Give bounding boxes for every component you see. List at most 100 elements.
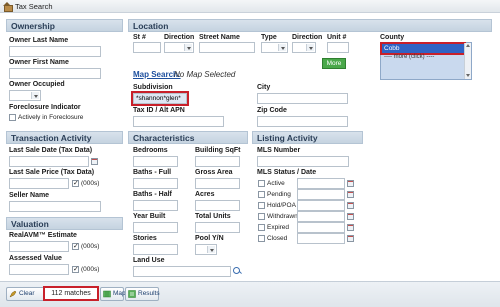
window-title: Tax Search: [15, 1, 53, 11]
status-pending-date[interactable]: [297, 189, 345, 200]
land-use-label: Land Use: [133, 257, 165, 264]
status-withdrawn-date[interactable]: [297, 211, 345, 222]
land-use-input[interactable]: [133, 266, 231, 277]
total-units-input[interactable]: [195, 222, 240, 233]
zip-code-input[interactable]: [257, 116, 348, 127]
status-closed-checkbox[interactable]: [258, 235, 265, 242]
pool-select[interactable]: [195, 244, 217, 255]
direction-select[interactable]: [164, 42, 194, 53]
seller-name-input[interactable]: [9, 201, 101, 212]
status-pending-label: Pending: [267, 191, 291, 198]
calendar-icon[interactable]: [347, 202, 354, 209]
acres-label: Acres: [195, 191, 215, 198]
gross-area-label: Gross Area: [195, 169, 233, 176]
owner-occupied-select[interactable]: [9, 90, 41, 101]
stories-label: Stories: [133, 235, 157, 242]
assessed-thousands-checkbox[interactable]: [72, 265, 79, 273]
listing-header: Listing Activity: [252, 131, 363, 144]
tax-id-input[interactable]: [133, 116, 224, 127]
owner-first-name-label: Owner First Name: [9, 59, 69, 66]
status-expired-date[interactable]: [297, 222, 345, 233]
clear-button[interactable]: Clear: [6, 287, 46, 301]
status-hold-date[interactable]: [297, 200, 345, 211]
status-withdrawn-checkbox[interactable]: [258, 213, 265, 220]
clear-button-label: Clear: [19, 290, 35, 297]
building-sqft-input[interactable]: [195, 156, 240, 167]
chevron-down-icon: [210, 249, 214, 252]
calendar-icon[interactable]: [347, 224, 354, 231]
county-listbox[interactable]: Cobb ---- more (click) ----: [380, 42, 472, 80]
gross-area-input[interactable]: [195, 178, 240, 189]
county-scrollbar[interactable]: [464, 43, 471, 79]
subdivision-input[interactable]: [131, 91, 189, 106]
status-pending-checkbox[interactable]: [258, 191, 265, 198]
status-active-date[interactable]: [297, 178, 345, 189]
calendar-icon[interactable]: [347, 213, 354, 220]
county-option-selected[interactable]: Cobb: [380, 42, 466, 55]
location-header: Location: [128, 19, 492, 32]
year-built-input[interactable]: [133, 222, 178, 233]
owner-first-name-input[interactable]: [9, 68, 101, 79]
house-icon: [3, 1, 13, 12]
street-name-input[interactable]: [199, 42, 255, 53]
county-label: County: [380, 34, 405, 41]
zip-code-label: Zip Code: [257, 107, 287, 114]
street-name-label: Street Name: [199, 34, 240, 41]
chevron-down-icon: [187, 47, 191, 50]
mls-number-input[interactable]: [257, 156, 349, 167]
actively-in-foreclosure-checkbox[interactable]: [9, 114, 16, 121]
foreclosure-label: Foreclosure Indicator: [9, 104, 81, 111]
valuation-header: Valuation: [6, 217, 123, 230]
sale-price-unit-label: (000s): [81, 180, 100, 187]
bottom-toolbar: Clear 112 matches Map Results: [0, 281, 500, 307]
baths-half-input[interactable]: [133, 200, 178, 211]
status-closed-date[interactable]: [297, 233, 345, 244]
calendar-icon[interactable]: [347, 180, 354, 187]
calendar-icon[interactable]: [347, 191, 354, 198]
calendar-icon[interactable]: [91, 158, 98, 165]
baths-full-input[interactable]: [133, 178, 178, 189]
owner-last-name-input[interactable]: [9, 46, 101, 57]
year-built-label: Year Built: [133, 213, 166, 220]
results-icon: [128, 290, 136, 298]
realavm-thousands-checkbox[interactable]: [72, 242, 79, 250]
realavm-label: RealAVM™ Estimate: [9, 232, 77, 239]
realavm-input[interactable]: [9, 241, 69, 252]
broom-icon: [9, 290, 17, 298]
street-type-select[interactable]: [261, 42, 288, 53]
status-active-checkbox[interactable]: [258, 180, 265, 187]
more-button[interactable]: More: [322, 58, 346, 69]
total-units-label: Total Units: [195, 213, 231, 220]
window-titlebar: Tax Search: [0, 0, 500, 13]
results-button-label: Results: [138, 290, 160, 297]
stories-input[interactable]: [133, 244, 178, 255]
acres-input[interactable]: [195, 200, 240, 211]
street-number-label: St #: [133, 34, 146, 41]
status-hold-checkbox[interactable]: [258, 202, 265, 209]
characteristics-header: Characteristics: [128, 131, 248, 144]
unit-input[interactable]: [327, 42, 349, 53]
scroll-up-icon[interactable]: [466, 44, 470, 47]
calendar-icon[interactable]: [347, 235, 354, 242]
unit-label: Unit #: [327, 34, 347, 41]
county-option-more[interactable]: ---- more (click) ----: [384, 54, 434, 60]
status-expired-checkbox[interactable]: [258, 224, 265, 231]
direction2-label: Direction: [292, 34, 323, 41]
map-button[interactable]: Map: [100, 287, 126, 301]
actively-in-foreclosure-label: Actively in Foreclosure: [18, 114, 84, 121]
city-input[interactable]: [257, 93, 348, 104]
bedrooms-input[interactable]: [133, 156, 178, 167]
direction-label: Direction: [164, 34, 195, 41]
sale-price-thousands-checkbox[interactable]: [72, 179, 79, 187]
direction2-select[interactable]: [292, 42, 316, 53]
last-sale-date-input[interactable]: [9, 156, 89, 167]
status-closed-label: Closed: [267, 235, 288, 242]
map-button-label: Map: [113, 290, 126, 297]
results-button[interactable]: Results: [125, 287, 160, 301]
status-active-label: Active: [267, 180, 285, 187]
last-sale-price-input[interactable]: [9, 178, 69, 189]
search-icon[interactable]: [233, 267, 242, 276]
street-number-input[interactable]: [133, 42, 161, 53]
assessed-value-input[interactable]: [9, 264, 69, 275]
scroll-down-icon[interactable]: [466, 74, 470, 77]
